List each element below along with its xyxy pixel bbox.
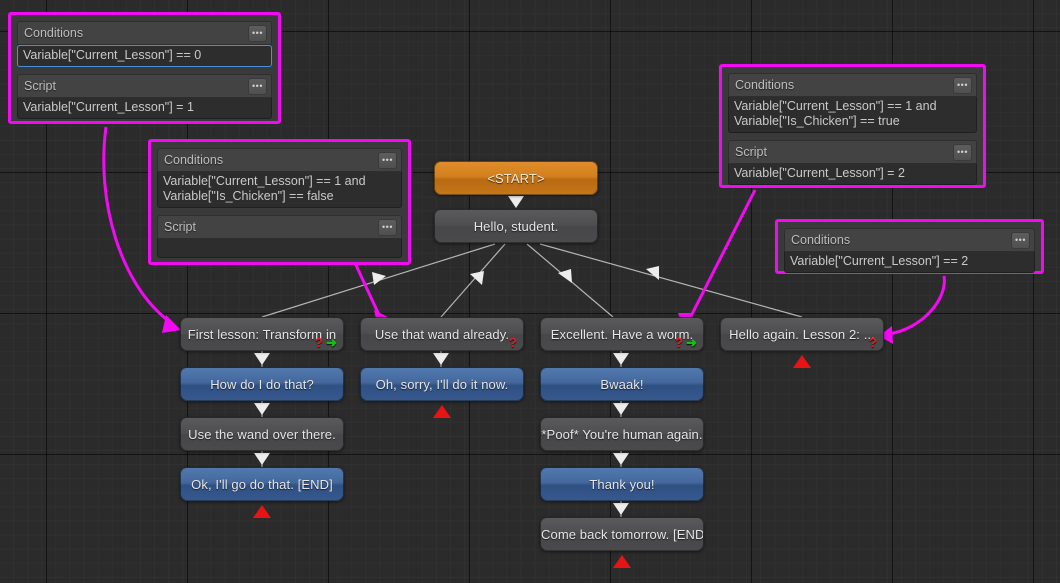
panel-lesson2[interactable]: Conditions ••• Variable["Current_Lesson"] … xyxy=(775,219,1044,274)
end-of-branch-marker xyxy=(433,405,451,418)
dialogue-node-n_poof[interactable]: *Poof* You're human again. xyxy=(540,417,704,451)
dialogue-node-n_first[interactable]: First lesson: Transform in? ➜ xyxy=(180,317,344,351)
dialogue-node-label: Ok, I'll go do that. [END] xyxy=(191,476,333,492)
panel-lesson0[interactable]: Conditions ••• Variable["Current_Lesson"] … xyxy=(8,12,281,124)
dialogue-node-label: Use that wand already. xyxy=(374,326,510,342)
has-conditions-icon: ? xyxy=(674,335,683,350)
property-field-input[interactable] xyxy=(157,239,402,258)
property-field-label: Script xyxy=(735,145,767,159)
node-flags: ? ➜ xyxy=(315,336,337,349)
more-options-icon[interactable]: ••• xyxy=(953,77,972,94)
has-script-icon: ➜ xyxy=(326,335,337,350)
dialogue-node-label: How do I do that? xyxy=(210,376,314,392)
property-field-header: Script ••• xyxy=(728,140,977,164)
property-field-label: Conditions xyxy=(24,26,84,40)
property-field: Conditions ••• Variable["Current_Lesson"] … xyxy=(784,228,1035,273)
more-options-icon[interactable]: ••• xyxy=(378,219,397,236)
dialogue-node-label: Oh, sorry, I'll do it now. xyxy=(375,376,509,392)
property-field: Conditions ••• Variable["Current_Lesson"] … xyxy=(17,21,272,67)
property-field-label: Script xyxy=(24,79,56,93)
property-field-label: Conditions xyxy=(791,233,851,247)
dialogue-node-label: Bwaak! xyxy=(600,376,644,392)
has-conditions-icon: ? xyxy=(868,335,877,350)
property-field-header: Script ••• xyxy=(157,215,402,239)
property-field-label: Conditions xyxy=(164,153,224,167)
property-field-input[interactable]: Variable["Current_Lesson"] = 1 xyxy=(17,98,272,119)
property-field-input[interactable]: Variable["Current_Lesson"] == 1 and Vari… xyxy=(157,172,402,208)
property-field: Script ••• Variable["Current_Lesson"] = 1 xyxy=(17,74,272,119)
property-field: Conditions ••• Variable["Current_Lesson"] … xyxy=(157,148,402,208)
panel-lesson1-chicken[interactable]: Conditions ••• Variable["Current_Lesson"] … xyxy=(719,64,986,188)
end-of-branch-marker xyxy=(793,355,811,368)
dialogue-node-p_how[interactable]: How do I do that? xyxy=(180,367,344,401)
edge-hello-to-hello2 xyxy=(539,243,803,318)
property-field-label: Conditions xyxy=(735,78,795,92)
dialogue-node-label: *Poof* You're human again. xyxy=(541,426,703,442)
property-field: Script ••• Variable["Current_Lesson"] = 2 xyxy=(728,140,977,185)
dialogue-node-label: Excellent. Have a worm. xyxy=(550,326,694,342)
more-options-icon[interactable]: ••• xyxy=(248,25,267,42)
property-field-header: Conditions ••• xyxy=(157,148,402,172)
property-field-header: Conditions ••• xyxy=(17,21,272,45)
dialogue-node-n_usew[interactable]: Use the wand over there. xyxy=(180,417,344,451)
dialogue-node-p_bwaak[interactable]: Bwaak! xyxy=(540,367,704,401)
dialogue-node-p_thank[interactable]: Thank you! xyxy=(540,467,704,501)
node-flags: ? ➜ xyxy=(675,336,697,349)
dialogue-node-n_usethat[interactable]: Use that wand already.? xyxy=(360,317,524,351)
panel-lesson1-notchicken[interactable]: Conditions ••• Variable["Current_Lesson"] … xyxy=(148,139,411,265)
more-options-icon[interactable]: ••• xyxy=(953,144,972,161)
more-options-icon[interactable]: ••• xyxy=(1011,232,1030,249)
dialogue-node-label: Thank you! xyxy=(589,476,655,492)
property-field-header: Conditions ••• xyxy=(728,73,977,97)
property-field-header: Script ••• xyxy=(17,74,272,98)
property-field: Conditions ••• Variable["Current_Lesson"] … xyxy=(728,73,977,133)
edge-hello-to-excellent xyxy=(526,243,614,318)
dialogue-node-label: Come back tomorrow. [END] xyxy=(541,526,703,542)
node-flags: ? xyxy=(509,336,517,349)
has-script-icon: ➜ xyxy=(686,335,697,350)
property-field-header: Conditions ••• xyxy=(784,228,1035,252)
dialogue-node-n_hello2[interactable]: Hello again. Lesson 2: ...? xyxy=(720,317,884,351)
property-field-input[interactable]: Variable["Current_Lesson"] == 2 xyxy=(784,252,1035,273)
end-of-branch-marker xyxy=(613,555,631,568)
dialogue-node-p_ohsorry[interactable]: Oh, sorry, I'll do it now. xyxy=(360,367,524,401)
dialogue-node-p_ok[interactable]: Ok, I'll go do that. [END] xyxy=(180,467,344,501)
more-options-icon[interactable]: ••• xyxy=(248,78,267,95)
dialogue-node-n_exc[interactable]: Excellent. Have a worm.? ➜ xyxy=(540,317,704,351)
has-conditions-icon: ? xyxy=(314,335,323,350)
dialogue-node-label: <START> xyxy=(487,170,545,186)
has-conditions-icon: ? xyxy=(508,335,517,350)
node-graph-canvas[interactable]: <START> Hello, student. First lesson: Tran… xyxy=(0,0,1060,583)
dialogue-node-label: Use the wand over there. xyxy=(188,426,336,442)
more-options-icon[interactable]: ••• xyxy=(378,152,397,169)
edge-arrowheads xyxy=(372,266,659,285)
dialogue-node-n_hello[interactable]: Hello, student. xyxy=(434,209,598,243)
dialogue-node-start[interactable]: <START> xyxy=(434,161,598,195)
dialogue-node-label: Hello again. Lesson 2: ... xyxy=(729,326,875,342)
dialogue-node-n_come[interactable]: Come back tomorrow. [END] xyxy=(540,517,704,551)
node-flags: ? xyxy=(869,336,877,349)
property-field-label: Script xyxy=(164,220,196,234)
edge-hello-to-usethat xyxy=(440,243,506,318)
end-of-branch-marker xyxy=(253,505,271,518)
property-field-input[interactable]: Variable["Current_Lesson"] = 2 xyxy=(728,164,977,185)
property-field-input[interactable]: Variable["Current_Lesson"] == 1 and Vari… xyxy=(728,97,977,133)
dialogue-node-label: Hello, student. xyxy=(473,218,559,234)
property-field-input[interactable]: Variable["Current_Lesson"] == 0 xyxy=(17,45,272,67)
property-field: Script ••• xyxy=(157,215,402,258)
